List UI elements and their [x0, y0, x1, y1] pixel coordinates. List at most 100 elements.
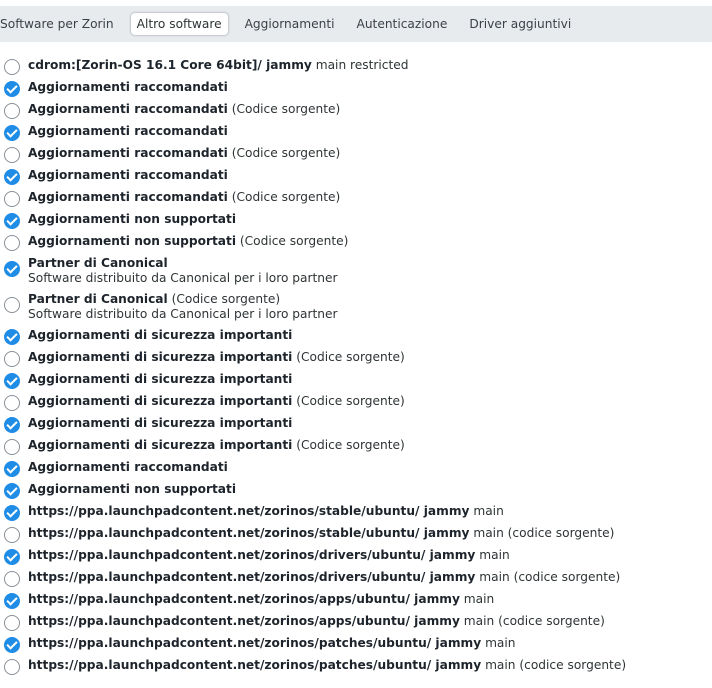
- source-label: Aggiornamenti di sicurezza importanti: [28, 372, 292, 387]
- checkbox-unchecked-icon[interactable]: [4, 59, 20, 75]
- source-components: main restricted: [315, 58, 409, 72]
- source-name: https://ppa.launchpadcontent.net/zorinos…: [28, 570, 476, 584]
- source-label: Aggiornamenti raccomandati: [28, 460, 228, 475]
- source-label: Partner di Canonical Software distribuito…: [28, 256, 338, 286]
- checkbox-unchecked-icon[interactable]: [4, 351, 20, 367]
- checkbox-unchecked-icon[interactable]: [4, 395, 20, 411]
- source-name: Aggiornamenti di sicurezza importanti: [28, 438, 293, 452]
- checkbox-checked-icon[interactable]: [4, 125, 20, 141]
- source-row: Aggiornamenti raccomandati: [0, 457, 712, 479]
- source-name: https://ppa.launchpadcontent.net/zorinos…: [28, 592, 460, 606]
- checkbox-checked-icon[interactable]: [4, 261, 20, 277]
- source-label: Aggiornamenti raccomandati (Codice sorge…: [28, 146, 340, 161]
- checkbox-checked-icon[interactable]: [4, 483, 20, 499]
- source-components: main: [485, 636, 516, 650]
- source-name: https://ppa.launchpadcontent.net/zorinos…: [28, 658, 482, 672]
- source-label: Aggiornamenti non supportati: [28, 212, 236, 227]
- source-name: Aggiornamenti di sicurezza importanti: [28, 350, 293, 364]
- checkbox-unchecked-icon[interactable]: [4, 103, 20, 119]
- checkbox-unchecked-icon[interactable]: [4, 571, 20, 587]
- source-label: Aggiornamenti di sicurezza importanti (C…: [28, 438, 405, 453]
- source-row: Aggiornamenti di sicurezza importanti (C…: [0, 347, 712, 369]
- source-row: https://ppa.launchpadcontent.net/zorinos…: [0, 567, 712, 589]
- checkbox-checked-icon[interactable]: [4, 505, 20, 521]
- checkbox-unchecked-icon[interactable]: [4, 659, 20, 675]
- tab-driver-aggiuntivi[interactable]: Driver aggiuntivi: [458, 11, 582, 37]
- source-row: https://ppa.launchpadcontent.net/zorinos…: [0, 611, 712, 633]
- tab-aggiornamenti[interactable]: Aggiornamenti: [234, 11, 346, 37]
- tab-altro-software[interactable]: Altro software: [129, 12, 229, 36]
- source-name: https://ppa.launchpadcontent.net/zorinos…: [28, 526, 470, 540]
- checkbox-checked-icon[interactable]: [4, 417, 20, 433]
- checkbox-unchecked-icon[interactable]: [4, 235, 20, 251]
- source-label: Aggiornamenti raccomandati (Codice sorge…: [28, 190, 340, 205]
- source-components: (Codice sorgente): [239, 234, 349, 248]
- source-label: Aggiornamenti raccomandati (Codice sorge…: [28, 102, 340, 117]
- checkbox-unchecked-icon[interactable]: [4, 297, 20, 313]
- source-row: Aggiornamenti non supportati (Codice sor…: [0, 231, 712, 253]
- source-row: Aggiornamenti raccomandati: [0, 165, 712, 187]
- source-label: https://ppa.launchpadcontent.net/zorinos…: [28, 526, 614, 541]
- source-name: Aggiornamenti non supportati: [28, 234, 237, 248]
- checkbox-unchecked-icon[interactable]: [4, 527, 20, 543]
- source-label: Aggiornamenti raccomandati: [28, 80, 228, 95]
- source-name: Aggiornamenti raccomandati: [28, 80, 228, 94]
- source-row: https://ppa.launchpadcontent.net/zorinos…: [0, 633, 712, 655]
- source-name: https://ppa.launchpadcontent.net/zorinos…: [28, 504, 470, 518]
- source-label: https://ppa.launchpadcontent.net/zorinos…: [28, 570, 620, 585]
- source-name: Aggiornamenti di sicurezza importanti: [28, 416, 293, 430]
- source-name: Aggiornamenti di sicurezza importanti: [28, 394, 293, 408]
- source-label: Aggiornamenti di sicurezza importanti: [28, 416, 292, 431]
- source-row: Aggiornamenti raccomandati: [0, 77, 712, 99]
- checkbox-checked-icon[interactable]: [4, 461, 20, 477]
- source-label: Aggiornamenti raccomandati: [28, 124, 228, 139]
- source-row: Aggiornamenti non supportati: [0, 209, 712, 231]
- tab-autenticazione[interactable]: Autenticazione: [345, 11, 458, 37]
- source-components: main: [473, 504, 504, 518]
- source-components: main (codice sorgente): [463, 614, 605, 628]
- source-name: Aggiornamenti raccomandati: [28, 102, 228, 116]
- source-name: https://ppa.launchpadcontent.net/zorinos…: [28, 614, 460, 628]
- source-name: https://ppa.launchpadcontent.net/zorinos…: [28, 548, 476, 562]
- source-components: main: [479, 548, 510, 562]
- checkbox-checked-icon[interactable]: [4, 373, 20, 389]
- source-components: (Codice sorgente): [171, 292, 281, 306]
- source-name: Aggiornamenti di sicurezza importanti: [28, 328, 293, 342]
- source-components: main (codice sorgente): [473, 526, 615, 540]
- source-label: cdrom:[Zorin-OS 16.1 Core 64bit]/ jammy …: [28, 58, 409, 73]
- source-row: Aggiornamenti di sicurezza importanti (C…: [0, 391, 712, 413]
- source-row: Aggiornamenti di sicurezza importanti (C…: [0, 435, 712, 457]
- checkbox-unchecked-icon[interactable]: [4, 147, 20, 163]
- checkbox-checked-icon[interactable]: [4, 637, 20, 653]
- source-name: Aggiornamenti raccomandati: [28, 168, 228, 182]
- source-row: https://ppa.launchpadcontent.net/zorinos…: [0, 655, 712, 677]
- source-name: Aggiornamenti raccomandati: [28, 460, 228, 474]
- checkbox-unchecked-icon[interactable]: [4, 615, 20, 631]
- source-components: main: [463, 592, 495, 606]
- source-label: https://ppa.launchpadcontent.net/zorinos…: [28, 636, 516, 651]
- source-row: Aggiornamenti raccomandati (Codice sorge…: [0, 143, 712, 165]
- checkbox-checked-icon[interactable]: [4, 593, 20, 609]
- source-components: (Codice sorgente): [231, 146, 341, 160]
- checkbox-unchecked-icon[interactable]: [4, 191, 20, 207]
- checkbox-checked-icon[interactable]: [4, 81, 20, 97]
- source-name: Aggiornamenti raccomandati: [28, 190, 228, 204]
- source-name: Partner di Canonical: [28, 292, 168, 306]
- source-row: Aggiornamenti raccomandati (Codice sorge…: [0, 187, 712, 209]
- source-components: (Codice sorgente): [231, 102, 341, 116]
- source-label: Aggiornamenti di sicurezza importanti: [28, 328, 292, 343]
- source-name: Aggiornamenti non supportati: [28, 482, 237, 496]
- checkbox-checked-icon[interactable]: [4, 169, 20, 185]
- checkbox-unchecked-icon[interactable]: [4, 439, 20, 455]
- source-description: Software distribuito da Canonical per i …: [28, 271, 338, 285]
- source-description: Software distribuito da Canonical per i …: [28, 307, 338, 321]
- source-row: Aggiornamenti di sicurezza importanti: [0, 413, 712, 435]
- tab-software-per-zorin[interactable]: Software per Zorin: [0, 11, 125, 37]
- checkbox-checked-icon[interactable]: [4, 329, 20, 345]
- checkbox-checked-icon[interactable]: [4, 213, 20, 229]
- source-components: (Codice sorgente): [296, 438, 405, 452]
- checkbox-checked-icon[interactable]: [4, 549, 20, 565]
- source-name: Aggiornamenti raccomandati: [28, 124, 228, 138]
- source-components: (Codice sorgente): [296, 350, 405, 364]
- source-name: Aggiornamenti non supportati: [28, 212, 237, 226]
